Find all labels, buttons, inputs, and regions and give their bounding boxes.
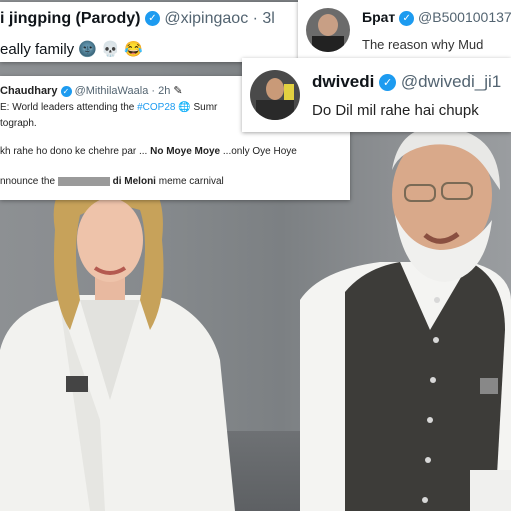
tweet-text-bold: di Meloni xyxy=(112,176,156,187)
lapel-badge-icon xyxy=(480,378,498,394)
avatar[interactable] xyxy=(306,8,350,52)
blurred-image-fragment xyxy=(57,176,110,186)
tweet-text-line: tograph. xyxy=(0,118,37,129)
tweet-author-name[interactable]: dwivedi xyxy=(312,72,374,91)
tweet-card-b[interactable]: Брат ✓ @B500100137 The reason why Mud xyxy=(298,0,511,62)
tweet-text: The reason why Mud xyxy=(362,37,484,52)
tweet-text-line: meme carnival xyxy=(158,176,224,187)
tweet-text-line: E: World leaders attending the xyxy=(0,102,135,113)
tweet-text-line: Sumr xyxy=(193,102,218,113)
tweet-handle[interactable]: @dwivedi_ji1 xyxy=(401,72,501,91)
hashtag-link[interactable]: #COP28 xyxy=(137,102,175,113)
tweet-author-name[interactable]: Chaudhary xyxy=(0,85,57,97)
laughing-crying-emoji: 😂 xyxy=(124,41,143,58)
tweet-handle[interactable]: @MithilaWaala · 2h xyxy=(75,85,171,97)
verified-badge-icon: ✓ xyxy=(399,10,415,26)
new-moon-face-emoji: 🌚 xyxy=(78,41,98,58)
tweet-text-line: ...only Oye Hoye xyxy=(222,146,297,157)
avatar[interactable] xyxy=(250,70,300,120)
tweet-author-name[interactable]: Брат xyxy=(362,9,395,25)
tweet-text-line: nnounce the xyxy=(0,176,56,187)
verified-badge-icon: ✓ xyxy=(60,85,72,97)
tweet-handle[interactable]: @B500100137 xyxy=(418,9,511,25)
tweet-card-a[interactable]: i jingping (Parody) ✓ @xipingaoc · 3l ea… xyxy=(0,2,300,62)
verified-badge-icon: ✓ xyxy=(144,11,160,27)
tweet-text: Do Dil mil rahe hai chupk xyxy=(312,102,479,119)
tweet-text-bold: No Moye Moye xyxy=(150,146,221,157)
tweet-author-name[interactable]: i jingping (Parody) xyxy=(0,10,140,27)
globe-emoji: 🌐 xyxy=(178,102,191,113)
edit-pencil-icon: ✎ xyxy=(173,85,183,97)
tweet-text: eally family xyxy=(0,41,75,58)
verified-badge-icon: ✓ xyxy=(379,74,397,92)
skull-emoji: 💀 xyxy=(101,41,120,58)
tweet-card-d[interactable]: dwivedi ✓ @dwivedi_ji1 Do Dil mil rahe h… xyxy=(242,58,511,132)
woman-figure xyxy=(0,168,235,511)
lapel-pin-icon xyxy=(66,376,88,392)
tweet-handle[interactable]: @xipingaoc · 3l xyxy=(164,10,275,27)
tweet-text-line: kh rahe ho dono ke chehre par ... xyxy=(0,146,148,157)
